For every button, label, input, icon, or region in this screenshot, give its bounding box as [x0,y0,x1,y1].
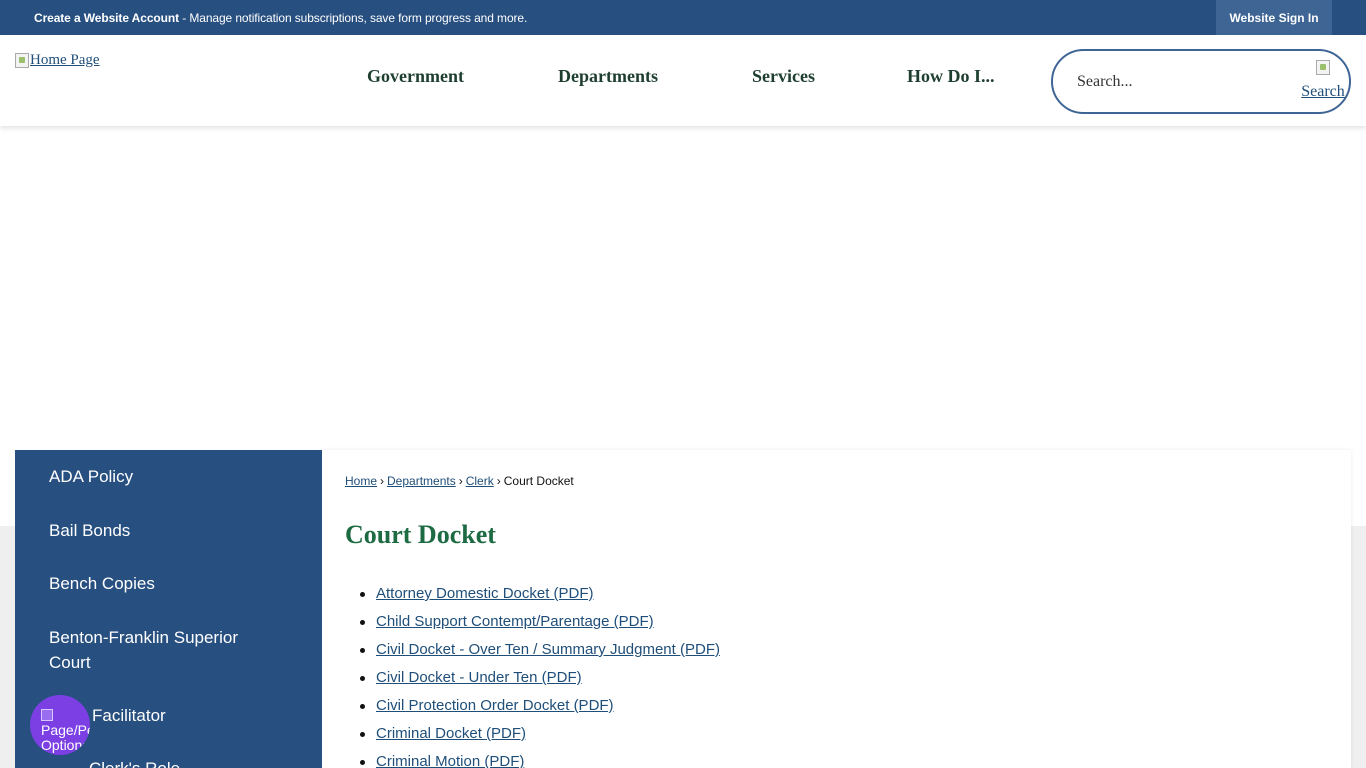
create-account-description: - Manage notification subscriptions, sav… [178,11,528,25]
breadcrumb-departments[interactable]: Departments [387,474,456,488]
breadcrumb-separator: › [496,474,501,488]
breadcrumb-current: Court Docket [503,474,574,488]
list-item: Civil Docket - Under Ten (PDF) [360,668,720,696]
sidebar-item-ada-policy[interactable]: ADA Policy [49,464,279,489]
sign-in-button[interactable]: Website Sign In [1216,0,1332,35]
breadcrumb-clerk[interactable]: Clerk [466,474,494,488]
docket-document-list: Attorney Domestic Docket (PDF) Child Sup… [360,584,720,768]
search-icon [1315,60,1330,75]
sidebar-item-bail-bonds[interactable]: Bail Bonds [49,518,279,543]
create-account-link[interactable]: Create a Website Account - Manage notifi… [34,11,527,25]
search-button[interactable]: Search [1295,57,1351,103]
attorney-domestic-docket-link[interactable]: Attorney Domestic Docket (PDF) [376,585,594,602]
criminal-docket-link[interactable]: Criminal Docket (PDF) [376,725,526,742]
list-item: Criminal Docket (PDF) [360,724,720,752]
list-item: Civil Docket - Over Ten / Summary Judgme… [360,640,720,668]
sidebar-item-facilitator[interactable]: Facilitator [92,703,322,728]
breadcrumb-separator: › [380,474,385,488]
list-item: Civil Protection Order Docket (PDF) [360,696,720,724]
list-item: Child Support Contempt/Parentage (PDF) [360,612,720,640]
home-page-logo-link[interactable]: Home Page [15,52,100,69]
page-options-button[interactable]: Page/Person Options [30,695,90,755]
breadcrumb-separator: › [458,474,463,488]
sidebar-item-clerks-role[interactable]: Clerk's Role [89,756,319,768]
logo-alt-text: Home Page [30,52,100,68]
breadcrumb: Home › Departments › Clerk › Court Docket [345,474,574,488]
sidebar-item-benton-franklin-superior-court[interactable]: Benton-Franklin Superior Court [49,625,279,675]
badge-alt-label: Page/Person Options [41,722,90,753]
site-header: Home Page Government Departments Service… [0,35,1366,126]
page-options-alt-text: Page/Person Options [41,708,90,753]
civil-docket-under-ten-link[interactable]: Civil Docket - Under Ten (PDF) [376,669,582,686]
page-title: Court Docket [345,520,496,549]
nav-government[interactable]: Government [367,66,464,87]
broken-image-icon [15,53,29,68]
search-button-alt: Search [1301,83,1345,100]
search-box: Search [1051,49,1351,114]
nav-services[interactable]: Services [752,66,815,87]
nav-departments[interactable]: Departments [558,66,658,87]
breadcrumb-home[interactable]: Home [345,474,377,488]
utility-bar: Create a Website Account - Manage notifi… [0,0,1366,35]
sidebar-item-bench-copies[interactable]: Bench Copies [49,571,279,596]
list-item: Criminal Motion (PDF) [360,752,720,768]
criminal-motion-link[interactable]: Criminal Motion (PDF) [376,753,524,768]
search-input[interactable] [1077,73,1277,91]
list-item: Attorney Domestic Docket (PDF) [360,584,720,612]
create-account-title[interactable]: Create a Website Account [34,11,179,25]
civil-docket-over-ten-link[interactable]: Civil Docket - Over Ten / Summary Judgme… [376,641,720,658]
broken-image-icon [41,709,53,721]
civil-protection-order-docket-link[interactable]: Civil Protection Order Docket (PDF) [376,697,614,714]
child-support-contempt-link[interactable]: Child Support Contempt/Parentage (PDF) [376,613,654,630]
nav-how-do-i[interactable]: How Do I... [907,66,995,87]
